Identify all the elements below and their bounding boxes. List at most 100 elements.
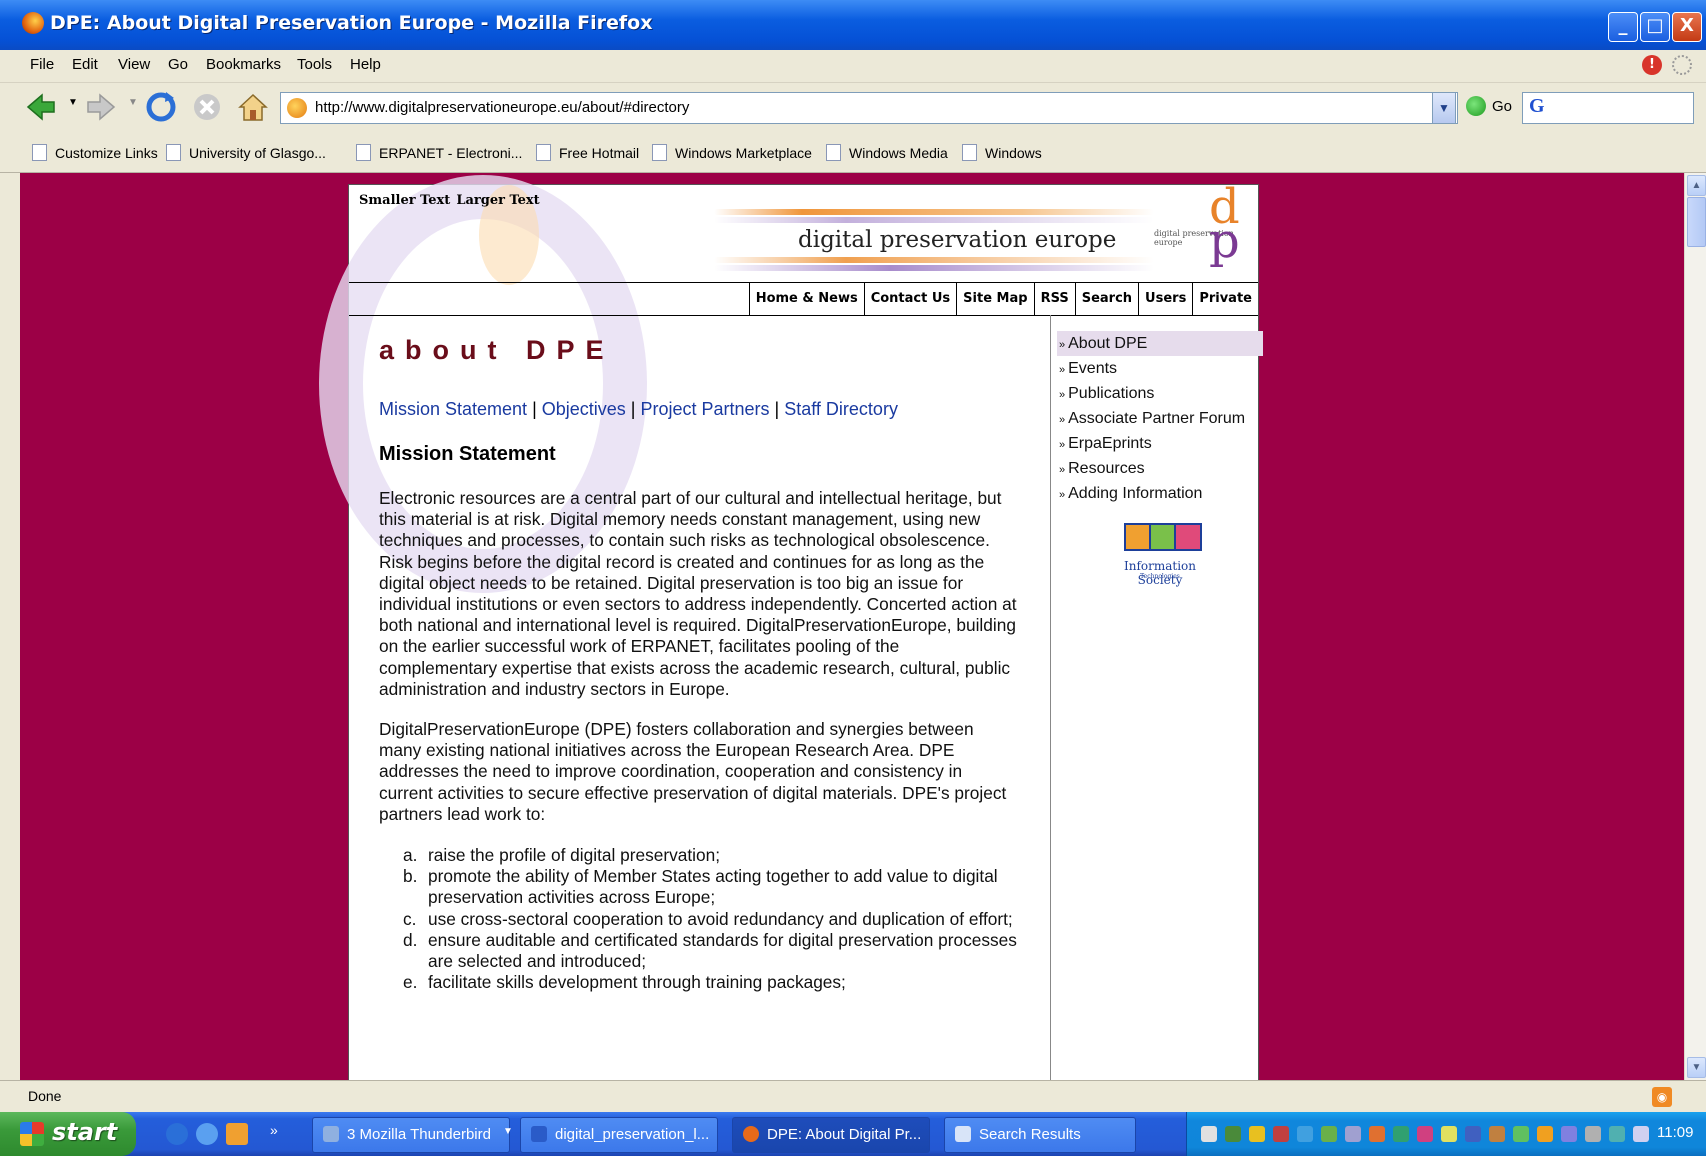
menu-bookmarks[interactable]: Bookmarks <box>206 56 281 73</box>
sidebar-item-events[interactable]: » Events <box>1057 356 1263 381</box>
window-title-bar[interactable]: DPE: About Digital Preservation Europe -… <box>0 0 1706 50</box>
tray-icon[interactable] <box>1489 1126 1505 1142</box>
menu-tools[interactable]: Tools <box>297 56 332 73</box>
volume-icon[interactable] <box>1633 1126 1649 1142</box>
quicklaunch-more-icon[interactable]: » <box>270 1122 278 1138</box>
quicklaunch-ie-icon[interactable] <box>166 1123 188 1145</box>
close-button[interactable]: X <box>1672 12 1702 42</box>
firefox-icon <box>743 1126 759 1142</box>
window-title: DPE: About Digital Preservation Europe -… <box>50 12 653 34</box>
go-button[interactable]: Go <box>1466 92 1526 122</box>
search-box[interactable]: G <box>1522 92 1694 124</box>
menu-file[interactable]: File <box>30 56 54 73</box>
nav-private[interactable]: Private <box>1192 283 1258 315</box>
tray-icon[interactable] <box>1369 1126 1385 1142</box>
task-thunderbird[interactable]: 3 Mozilla Thunderbird <box>312 1117 510 1153</box>
windows-flag-icon <box>20 1122 44 1146</box>
task-word-document[interactable]: digital_preservation_l... <box>520 1117 718 1153</box>
quicklaunch-browser-icon[interactable] <box>196 1123 218 1145</box>
quicklaunch-outlook-icon[interactable] <box>226 1123 248 1145</box>
site-nav-bar: Home & News Contact Us Site Map RSS Sear… <box>349 282 1258 316</box>
sidebar-item-associate-partner-forum[interactable]: » Associate Partner Forum <box>1057 406 1263 431</box>
back-arrow-icon[interactable] <box>24 90 58 124</box>
tray-icon[interactable] <box>1465 1126 1481 1142</box>
vertical-scrollbar[interactable]: ▲ ▼ <box>1684 173 1706 1080</box>
task-group-dropdown-icon[interactable]: ▼ <box>503 1126 513 1137</box>
back-dropdown-icon[interactable]: ▼ <box>68 97 78 108</box>
tray-icon[interactable] <box>1585 1126 1601 1142</box>
search-engine-icon[interactable]: G <box>1529 95 1545 118</box>
information-society-logo[interactable]: Information Society Technologies <box>1107 523 1213 593</box>
home-icon[interactable] <box>236 90 270 124</box>
dpe-banner: digital preservation europe <box>714 199 1154 271</box>
link-mission-statement[interactable]: Mission Statement <box>379 399 527 419</box>
banner-title: digital preservation europe <box>798 227 1117 253</box>
nav-users[interactable]: Users <box>1138 283 1192 315</box>
bookmark-item[interactable]: Free Hotmail <box>536 144 639 161</box>
nav-search[interactable]: Search <box>1074 283 1138 315</box>
tray-icon[interactable] <box>1609 1126 1625 1142</box>
larger-text-link[interactable]: Larger Text <box>456 193 539 208</box>
tray-icon[interactable] <box>1417 1126 1433 1142</box>
nav-site-map[interactable]: Site Map <box>956 283 1033 315</box>
tray-icon[interactable] <box>1201 1126 1217 1142</box>
nav-rss[interactable]: RSS <box>1033 283 1075 315</box>
tray-icon[interactable] <box>1273 1126 1289 1142</box>
url-history-dropdown[interactable]: ▼ <box>1432 92 1456 124</box>
url-bar[interactable]: http://www.digitalpreservationeurope.eu/… <box>280 92 1458 124</box>
sidebar-item-publications[interactable]: » Publications <box>1057 381 1263 406</box>
page-icon <box>166 144 181 161</box>
link-objectives[interactable]: Objectives <box>542 399 626 419</box>
tray-icon[interactable] <box>1513 1126 1529 1142</box>
alert-icon[interactable]: ! <box>1642 55 1662 75</box>
link-staff-directory[interactable]: Staff Directory <box>784 399 898 419</box>
scroll-down-button[interactable]: ▼ <box>1687 1057 1706 1078</box>
bookmark-item[interactable]: Windows Marketplace <box>652 144 812 161</box>
maximize-button[interactable]: □ <box>1640 12 1670 42</box>
minimize-button[interactable]: _ <box>1608 12 1638 42</box>
menu-view[interactable]: View <box>118 56 150 73</box>
bookmark-item[interactable]: Windows Media <box>826 144 948 161</box>
smaller-text-link[interactable]: Smaller Text <box>359 193 450 208</box>
windows-taskbar: start » 3 Mozilla Thunderbird ▼ digital_… <box>0 1112 1706 1156</box>
nav-home-news[interactable]: Home & News <box>748 283 864 315</box>
scroll-up-button[interactable]: ▲ <box>1687 175 1706 196</box>
tray-icon[interactable] <box>1249 1126 1265 1142</box>
forward-arrow-icon[interactable] <box>84 90 118 124</box>
menu-help[interactable]: Help <box>350 56 381 73</box>
stop-icon[interactable] <box>190 90 224 124</box>
menu-go[interactable]: Go <box>168 56 188 73</box>
link-project-partners[interactable]: Project Partners <box>640 399 769 419</box>
tray-icon[interactable] <box>1225 1126 1241 1142</box>
sidebar-item-adding-information[interactable]: » Adding Information <box>1057 481 1263 506</box>
rss-feed-icon[interactable]: ◉ <box>1652 1087 1672 1107</box>
tray-icon[interactable] <box>1561 1126 1577 1142</box>
tray-icon[interactable] <box>1345 1126 1361 1142</box>
sidebar-item-erpaeprints[interactable]: » ErpaEprints <box>1057 431 1263 456</box>
start-button[interactable]: start <box>0 1112 136 1156</box>
scroll-thumb[interactable] <box>1687 197 1706 247</box>
search-results-icon <box>955 1126 971 1142</box>
bookmark-item[interactable]: Windows <box>962 144 1042 161</box>
tray-icon[interactable] <box>1537 1126 1553 1142</box>
bookmark-item[interactable]: University of Glasgo... <box>166 144 326 161</box>
list-item: e. facilitate skills development through … <box>403 972 846 993</box>
forward-dropdown-icon[interactable]: ▼ <box>128 97 138 108</box>
sidebar-item-about-dpe[interactable]: » About DPE <box>1057 331 1263 356</box>
tray-icon[interactable] <box>1393 1126 1409 1142</box>
task-firefox[interactable]: DPE: About Digital Pr... <box>732 1117 930 1153</box>
navigation-toolbar: ▼ ▼ http://www.digitalpreservationeurope… <box>0 83 1706 133</box>
menu-edit[interactable]: Edit <box>72 56 98 73</box>
reload-icon[interactable] <box>144 90 178 124</box>
status-bar: Done ◉ <box>0 1080 1706 1113</box>
task-search-results[interactable]: Search Results <box>944 1117 1136 1153</box>
tray-icon[interactable] <box>1297 1126 1313 1142</box>
sidebar-item-resources[interactable]: » Resources <box>1057 456 1263 481</box>
throbber-icon <box>1672 55 1692 75</box>
bookmark-item[interactable]: ERPANET - Electroni... <box>356 144 522 161</box>
tray-icon[interactable] <box>1321 1126 1337 1142</box>
url-text[interactable]: http://www.digitalpreservationeurope.eu/… <box>315 99 689 116</box>
tray-icon[interactable] <box>1441 1126 1457 1142</box>
bookmark-item[interactable]: Customize Links <box>32 144 158 161</box>
nav-contact-us[interactable]: Contact Us <box>863 283 956 315</box>
